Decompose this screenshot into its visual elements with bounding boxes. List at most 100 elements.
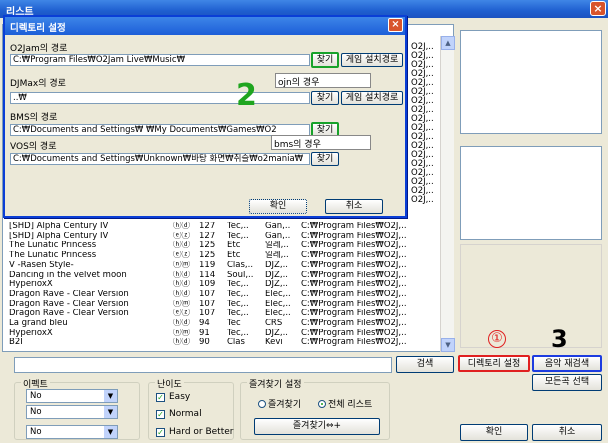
table-cell: ⓗⓓ xyxy=(173,289,191,299)
bms-label: BMS의 경로 xyxy=(10,113,58,123)
table-cell: C:₩Program Files₩O2J,.. xyxy=(301,309,407,319)
table-cell: C:₩Program Files₩O2J,.. xyxy=(301,260,407,270)
table-cell: C:₩Program Files₩O2J,.. xyxy=(301,241,407,251)
table-cell: Etc xyxy=(227,251,241,261)
effect-select-2[interactable]: No ▼ xyxy=(26,405,118,419)
table-cell: 90 xyxy=(199,338,210,348)
favorites-add-button[interactable]: 즐겨찾기⇔+ xyxy=(254,418,380,435)
radio-icon xyxy=(258,400,266,408)
preview-panel xyxy=(460,244,602,348)
effect-select-3[interactable]: No ▼ xyxy=(26,425,118,439)
table-cell: 125 xyxy=(199,251,216,261)
table-cell: Tec,.. xyxy=(227,222,249,231)
table-cell: 일레,.. xyxy=(265,241,289,251)
table-cell: C:₩Program Files₩O2J,.. xyxy=(301,338,407,348)
cancel-button[interactable]: 취소 xyxy=(532,424,602,441)
easy-label: Easy xyxy=(169,392,191,402)
table-cell: 91 xyxy=(199,328,210,338)
table-cell: CRS xyxy=(265,319,283,328)
o2jam-path-field[interactable]: C:₩Program Files₩O2Jam Live₩Music₩ xyxy=(10,54,310,66)
easy-checkbox[interactable]: ✓ Easy xyxy=(156,392,190,402)
check-icon: ✓ xyxy=(156,410,165,419)
list-item-partial[interactable]: O2J,.. xyxy=(411,196,434,205)
djmax-path-field[interactable]: ..₩ xyxy=(10,92,310,104)
select-all-button[interactable]: 모든곡 선택 xyxy=(532,374,602,391)
favorites-radio[interactable]: 즐겨찾기 xyxy=(258,400,301,410)
annotation-one: ① xyxy=(488,330,506,348)
dialog-cancel-button[interactable]: 취소 xyxy=(325,199,383,214)
o2jam-game-path-button[interactable]: 게임 설치경로 xyxy=(341,53,403,67)
table-cell: Tec,.. xyxy=(227,231,249,241)
table-cell: Clas xyxy=(227,338,245,348)
table-row[interactable]: B2I ⓗⓓ 90 Clas Kevi C:₩Program Files₩O2J,.. xyxy=(3,338,443,347)
vos-label: VOS의 경로 xyxy=(10,142,57,152)
table-cell: [SHD] Alpha Century IV xyxy=(9,231,109,241)
table-cell: DJZ,.. xyxy=(265,270,288,280)
favorites-radio-label: 즐겨찾기 xyxy=(268,400,302,410)
djmax-game-path-button[interactable]: 게임 설치경로 xyxy=(341,91,403,105)
close-window-button[interactable]: × xyxy=(590,1,606,16)
table-cell: The Lunatic Princess xyxy=(9,251,97,261)
dialog-close-button[interactable]: × xyxy=(388,18,403,32)
table-row[interactable]: Dragon Rave - Clear Version ⓝⓜ 107 Tec,.. El… xyxy=(3,300,443,309)
dialog-ok-button[interactable]: 확인 xyxy=(249,199,307,214)
full-list-radio[interactable]: 전체 리스트 xyxy=(318,400,372,410)
table-cell: V -Rasen Style- xyxy=(9,260,74,270)
table-row[interactable]: HyperioxX ⓗⓓ 109 Tec,.. DJZ,.. C:₩Program Fil… xyxy=(3,280,443,289)
effect-value: No xyxy=(30,407,42,417)
o2jam-find-button[interactable]: 찾기 xyxy=(311,52,339,68)
table-cell: ⓝⓜ xyxy=(173,260,191,270)
table-cell: C:₩Program Files₩O2J,.. xyxy=(301,222,407,231)
table-row[interactable]: The Lunatic Princess ⓔⓩ 125 Etc 일레,.. C:₩Prog… xyxy=(3,251,443,260)
ok-button[interactable]: 확인 xyxy=(460,424,528,441)
table-cell: Kevi xyxy=(265,338,283,348)
table-cell: DJZ,.. xyxy=(265,260,288,270)
djmax-find-button[interactable]: 찾기 xyxy=(311,91,339,105)
bms-path-field[interactable]: C:₩Documents and Settings₩ ₩My Documents… xyxy=(10,124,310,136)
scroll-up-icon[interactable]: ▲ xyxy=(441,36,455,50)
effect-select-1[interactable]: No ▼ xyxy=(26,389,118,403)
info-panel xyxy=(460,146,602,240)
table-cell: B2I xyxy=(9,338,23,348)
check-icon: ✓ xyxy=(156,393,165,402)
table-cell: 107 xyxy=(199,309,216,319)
table-cell: ⓗⓓ xyxy=(173,280,191,290)
table-cell: 일레,.. xyxy=(265,251,289,261)
table-row[interactable]: Dragon Rave - Clear Version ⓔⓩ 107 Tec,.. El… xyxy=(3,309,443,318)
normal-checkbox[interactable]: ✓ Normal xyxy=(156,409,202,419)
normal-label: Normal xyxy=(169,409,202,419)
table-row[interactable]: [SHD] Alpha Century IV ⓗⓓ 127 Tec,.. Gan,.. C… xyxy=(3,222,443,231)
table-row[interactable]: Dancing in the velvet moon ⓗⓓ 114 Soul,.. DJ… xyxy=(3,271,443,280)
table-row[interactable]: The Lunatic Princess ⓗⓓ 125 Etc 일레,.. C:₩Prog… xyxy=(3,241,443,250)
table-row[interactable]: Dragon Rave - Clear Version ⓗⓓ 107 Tec,.. El… xyxy=(3,290,443,299)
effect-value: No xyxy=(30,427,42,437)
full-list-radio-label: 전체 리스트 xyxy=(328,400,373,410)
table-row[interactable]: V -Rasen Style-ⓝⓜ 119 Clas,.. DJZ,.. C:₩Prog… xyxy=(3,261,443,270)
bms-note: bms의 경우 xyxy=(271,135,371,150)
search-button[interactable]: 검색 xyxy=(396,356,454,373)
table-cell: Soul,.. xyxy=(227,270,254,280)
list-scrollbar[interactable]: ▲ ▼ xyxy=(440,36,455,352)
dialog-title: 디렉토리 설정 xyxy=(10,23,66,34)
table-cell: 127 xyxy=(199,231,216,241)
table-row[interactable]: La grand bleu ⓗⓓ 94 Tec CRS C:₩Program Files₩… xyxy=(3,319,443,328)
vos-path-field[interactable]: C:₩Documents and Settings₩Unknown₩바탕 화면₩… xyxy=(10,153,310,165)
table-cell: Tec,.. xyxy=(227,289,249,299)
table-cell: Tec,.. xyxy=(227,299,249,309)
table-cell: ⓗⓓ xyxy=(173,319,191,328)
table-cell: 119 xyxy=(199,260,216,270)
directory-settings-button[interactable]: 디렉토리 설정 xyxy=(458,355,530,372)
ojn-note: ojn의 경우 xyxy=(275,73,371,88)
rescan-music-button[interactable]: 음악 재검색 xyxy=(532,355,602,372)
table-row[interactable]: HyperioxX ⓝⓜ 91 Tec,.. DJZ,.. C:₩Program File… xyxy=(3,329,443,338)
scroll-down-icon[interactable]: ▼ xyxy=(441,338,455,352)
table-cell: ⓔⓩ xyxy=(173,231,191,241)
hard-checkbox[interactable]: ✓ Hard or Better xyxy=(156,427,233,437)
table-cell: Gan,.. xyxy=(265,222,291,231)
vos-find-button[interactable]: 찾기 xyxy=(311,152,339,166)
table-row[interactable]: [SHD] Alpha Century IV ⓔⓩ 127 Tec,.. Gan,.. C… xyxy=(3,232,443,241)
effect-value: No xyxy=(30,391,42,401)
search-input[interactable] xyxy=(14,357,392,373)
table-cell: Elec,.. xyxy=(265,299,291,309)
table-cell: HyperioxX xyxy=(9,328,53,338)
